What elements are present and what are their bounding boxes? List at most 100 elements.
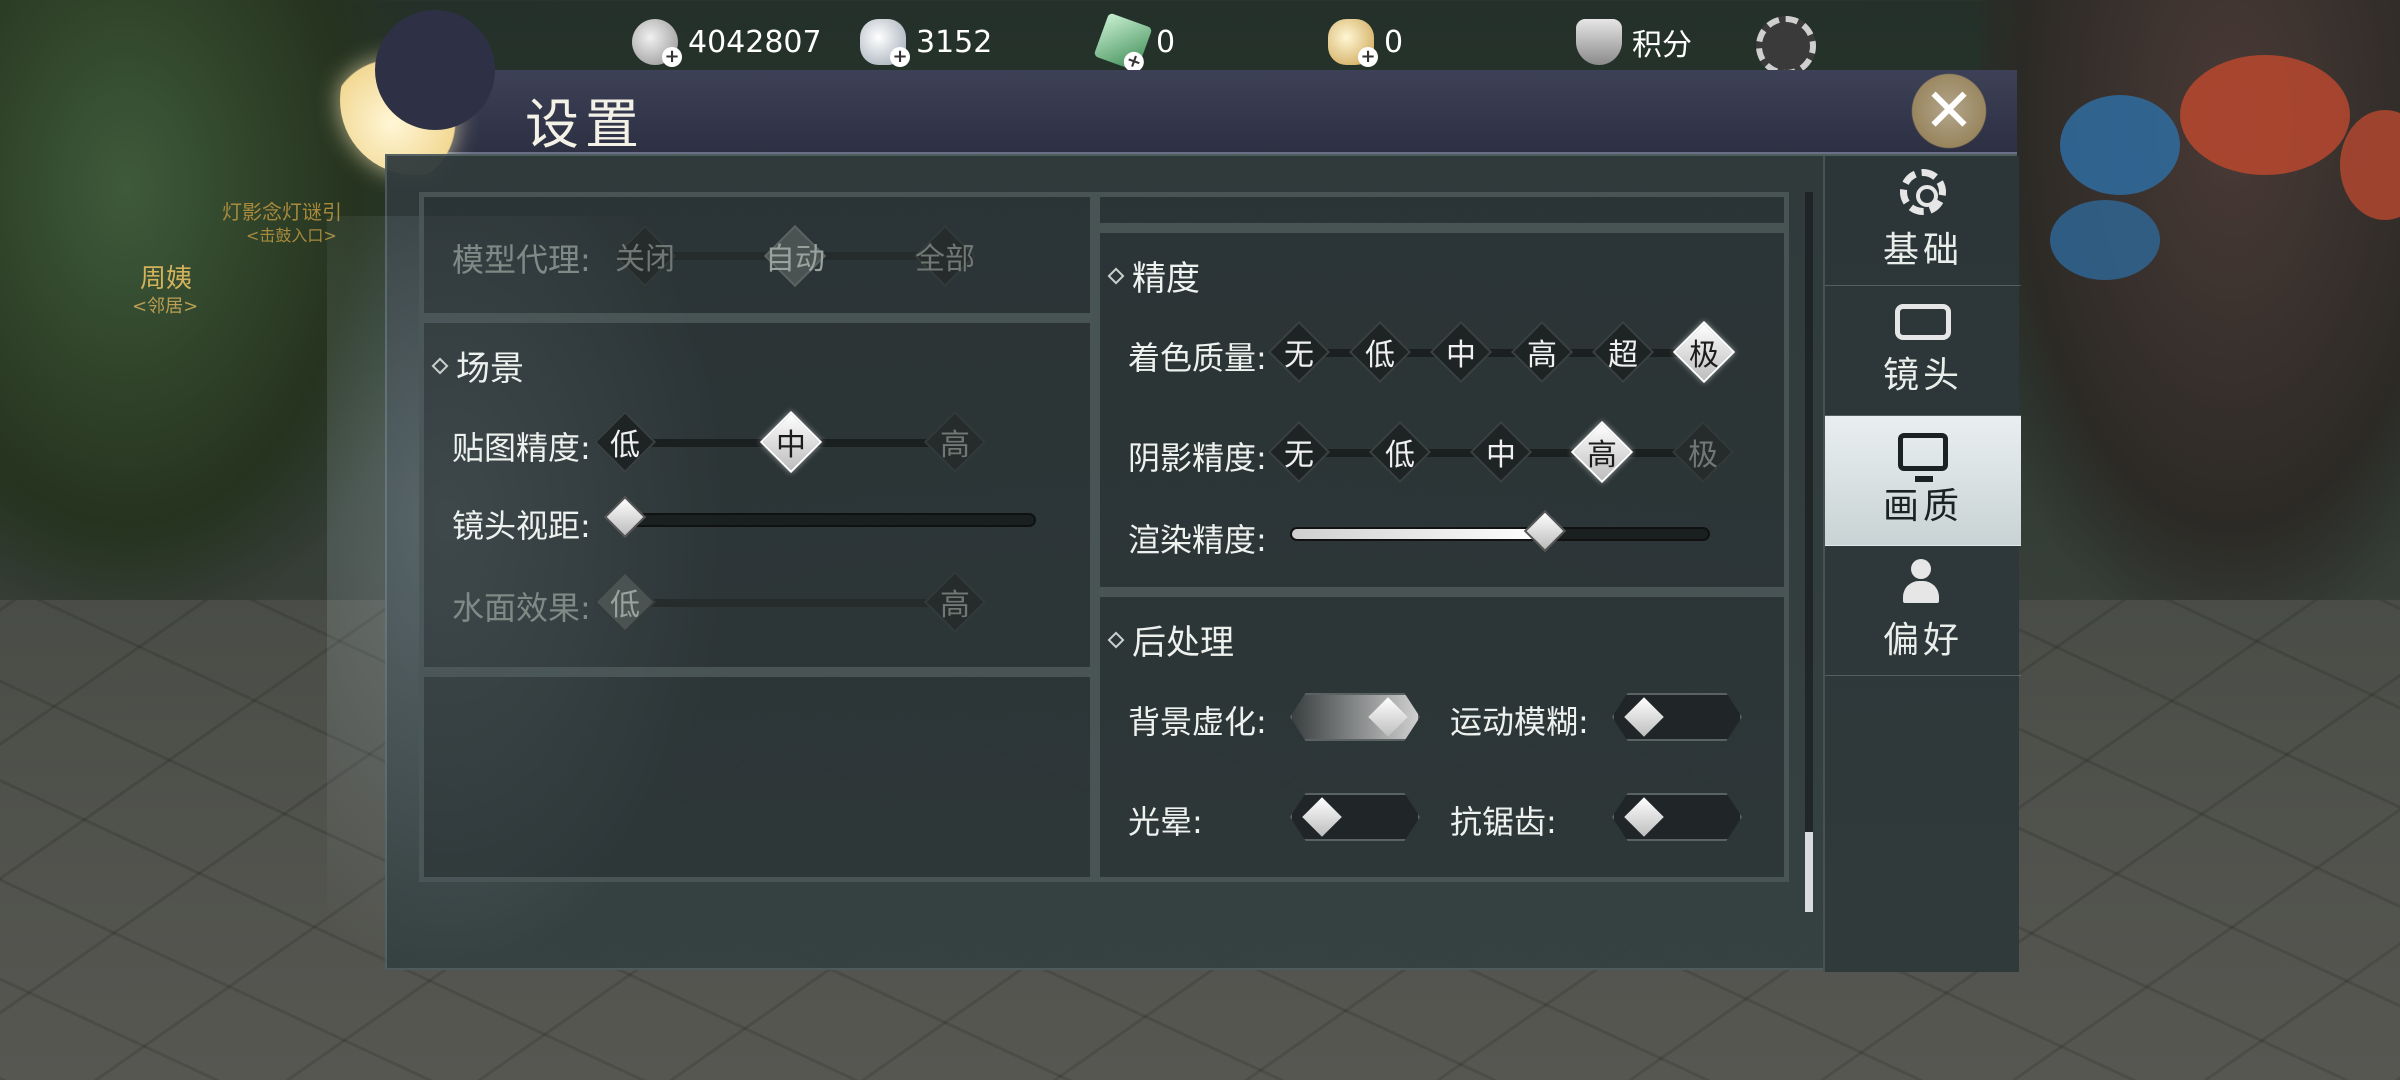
points-button[interactable]: 积分 — [1576, 18, 1692, 66]
shading-option-mid[interactable]: 中 — [1429, 320, 1493, 384]
currency-value: 4042807 — [688, 24, 822, 60]
diamond-icon — [1107, 631, 1125, 648]
diamond-icon — [431, 357, 449, 374]
tab-label: 基础 — [1882, 229, 1963, 271]
render-slider[interactable] — [1290, 509, 1710, 553]
shadow-option-none[interactable]: 无 — [1267, 420, 1331, 484]
scene-title: 场景 — [431, 341, 524, 390]
coin-icon: + — [632, 19, 682, 67]
settings-gear-icon[interactable] — [1756, 16, 1816, 76]
currency-jade[interactable]: + 0 — [1093, 12, 1176, 75]
shadow-label: 阴影精度: — [1128, 439, 1267, 477]
scrollbar-thumb[interactable] — [1805, 832, 1813, 912]
shading-option-extreme[interactable]: 极 — [1672, 320, 1736, 384]
tab-camera[interactable]: 镜头 — [1825, 286, 2021, 416]
currency-value: 3152 — [916, 24, 993, 60]
tab-preferences[interactable]: 偏好 — [1825, 546, 2021, 676]
slider-knob[interactable] — [603, 495, 647, 539]
top-strip — [1095, 192, 1789, 228]
dialog-title: 设置 — [525, 93, 645, 156]
precision-box: 精度 着色质量: 无 低 中 高 超 极 阴影精度: 无 低 中 高 极 渲染精… — [1095, 228, 1789, 592]
shading-option-ultra[interactable]: 超 — [1591, 320, 1655, 384]
moon-shadow — [375, 10, 495, 130]
tab-basic[interactable]: 基础 — [1825, 156, 2021, 286]
antialias-toggle[interactable] — [1612, 793, 1742, 841]
npc-hint-line2: <击鼓入口> — [246, 226, 337, 245]
slider-knob[interactable] — [1523, 509, 1567, 553]
motion-blur-label: 运动模糊: — [1450, 703, 1589, 741]
shading-option-high[interactable]: 高 — [1510, 320, 1574, 384]
texture-option-low[interactable]: 低 — [593, 410, 657, 474]
motion-blur-toggle[interactable] — [1612, 693, 1742, 741]
camera-distance-label: 镜头视距: — [452, 507, 591, 545]
settings-body: 模型代理: 关闭 自动 全部 场景 贴图精度: 低 中 高 镜头视距: 水面效果… — [327, 154, 2021, 976]
shading-option-none[interactable]: 无 — [1267, 320, 1331, 384]
antialias-label: 抗锯齿: — [1450, 803, 1557, 841]
camera-icon — [1895, 303, 1951, 340]
precision-title-text: 精度 — [1132, 259, 1200, 299]
shading-option-low[interactable]: 低 — [1348, 320, 1412, 384]
gear-icon — [1900, 168, 1946, 215]
water-option-high: 高 — [923, 570, 987, 634]
shadow-option-extreme: 极 — [1671, 420, 1735, 484]
npc-name[interactable]: 周姨 — [140, 258, 192, 295]
settings-sidenav: 基础 镜头 画质 偏好 — [1823, 156, 2021, 972]
water-option-low: 低 — [593, 570, 657, 634]
tab-label: 镜头 — [1882, 354, 1963, 396]
settings-dialog: 设置 ✕ 模型代理: 关闭 自动 全部 场景 贴图精度: 低 中 高 镜头视距:… — [327, 10, 2021, 976]
tab-graphics[interactable]: 画质 — [1825, 416, 2021, 546]
dialog-title-bar: 设置 ✕ — [340, 10, 2017, 175]
tab-label: 偏好 — [1882, 619, 1963, 661]
currency-bar: + 4042807 + 3152 + 0 + 0 积分 — [600, 8, 1816, 76]
bloom-label: 光晕: — [1128, 803, 1203, 841]
umbrella-decoration — [2180, 55, 2350, 175]
background-blur-label: 背景虚化: — [1128, 703, 1267, 741]
currency-silver[interactable]: + 3152 — [860, 18, 993, 67]
scrollbar[interactable] — [1805, 192, 1813, 912]
model-proxy-label: 模型代理: — [452, 241, 591, 279]
umbrella-decoration — [2060, 95, 2180, 195]
currency-value: 0 — [1384, 24, 1404, 60]
jade-icon: + — [1093, 12, 1153, 75]
shadow-option-low[interactable]: 低 — [1368, 420, 1432, 484]
option-auto: 自动 — [763, 224, 827, 288]
close-icon: ✕ — [1923, 76, 1975, 146]
bloom-toggle[interactable] — [1290, 793, 1420, 841]
option-track — [632, 599, 952, 607]
npc-hint-line1: 灯影念灯谜引 — [222, 200, 342, 224]
texture-label: 贴图精度: — [452, 429, 591, 467]
silver-ingot-icon: + — [860, 19, 910, 67]
texture-option-high: 高 — [923, 410, 987, 474]
shadow-option-high[interactable]: 高 — [1570, 420, 1634, 484]
tab-label: 画质 — [1882, 485, 1963, 527]
precision-title: 精度 — [1107, 251, 1200, 300]
npc-title: <邻居> — [132, 296, 199, 317]
render-label: 渲染精度: — [1128, 521, 1267, 559]
option-off: 关闭 — [613, 224, 677, 288]
settings-content: 模型代理: 关闭 自动 全部 场景 贴图精度: 低 中 高 镜头视距: 水面效果… — [419, 192, 1789, 892]
diamond-icon — [1107, 267, 1125, 284]
scene-box: 场景 贴图精度: 低 中 高 镜头视距: 水面效果: 低 高 — [419, 318, 1095, 672]
shading-label: 着色质量: — [1128, 339, 1267, 377]
empty-box — [419, 672, 1095, 882]
scene-title-text: 场景 — [456, 349, 524, 389]
post-processing-box: 后处理 背景虚化: 运动模糊: 光晕: 抗锯齿: — [1095, 592, 1789, 882]
option-all: 全部 — [913, 224, 977, 288]
shield-icon — [1576, 19, 1622, 65]
texture-option-mid[interactable]: 中 — [759, 410, 823, 474]
gold-ingot-icon: + — [1328, 19, 1378, 67]
post-title-text: 后处理 — [1132, 623, 1234, 663]
currency-coin[interactable]: + 4042807 — [632, 18, 822, 67]
user-settings-icon — [1903, 558, 1943, 605]
camera-distance-slider[interactable] — [603, 495, 1036, 539]
currency-value: 0 — [1156, 24, 1176, 60]
points-label: 积分 — [1632, 28, 1692, 63]
close-button[interactable]: ✕ — [1889, 66, 2009, 156]
model-proxy-box: 模型代理: 关闭 自动 全部 — [419, 192, 1095, 318]
currency-gold[interactable]: + 0 — [1328, 18, 1404, 67]
shadow-option-mid[interactable]: 中 — [1469, 420, 1533, 484]
background-blur-toggle[interactable] — [1290, 693, 1420, 741]
post-title: 后处理 — [1107, 615, 1234, 664]
water-label: 水面效果: — [452, 589, 591, 627]
monitor-icon — [1898, 432, 1948, 482]
